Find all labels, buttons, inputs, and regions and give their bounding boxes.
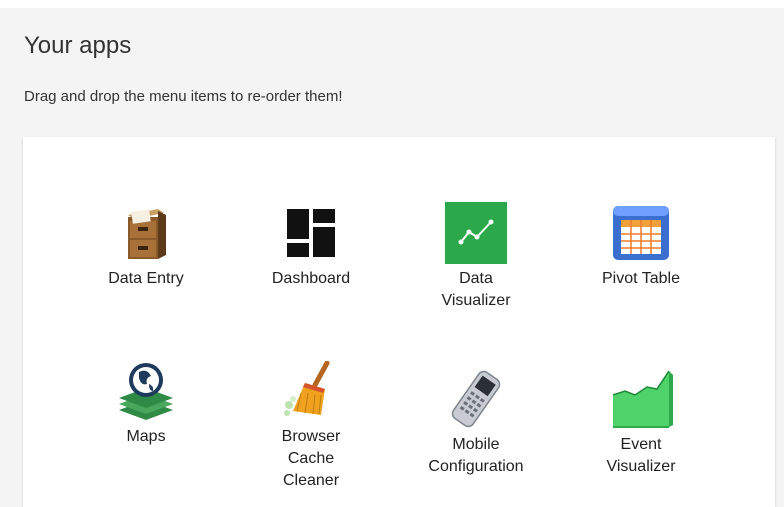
app-event-visualizer[interactable]: Event Visualizer — [576, 367, 706, 478]
top-strip — [0, 0, 784, 8]
file-cabinet-icon — [114, 201, 178, 265]
app-mobile-configuration[interactable]: Mobile Configuration — [411, 367, 541, 478]
pivot-table-icon — [609, 201, 673, 265]
app-label: Pivot Table — [602, 270, 680, 287]
line-chart-icon — [444, 201, 508, 265]
app-label: Dashboard — [271, 270, 351, 287]
area-chart-icon — [609, 367, 673, 431]
page-title: Your apps — [24, 32, 132, 59]
apps-panel: Data Entry Dashboard Data Visualizer Piv… — [23, 137, 775, 507]
globe-layers-icon — [114, 359, 178, 423]
app-pivot-table[interactable]: Pivot Table — [576, 201, 706, 290]
app-label: Data Visualizer — [441, 270, 511, 309]
app-label: Mobile Configuration — [428, 436, 524, 475]
app-label: Event Visualizer — [606, 436, 676, 475]
app-label: Browser Cache Cleaner — [281, 428, 341, 489]
app-browser-cache-cleaner[interactable]: Browser Cache Cleaner — [246, 359, 376, 492]
mobile-phone-icon — [444, 367, 508, 431]
dashboard-grid-icon — [279, 201, 343, 265]
app-data-entry[interactable]: Data Entry — [81, 201, 211, 290]
app-maps[interactable]: Maps — [81, 359, 211, 448]
app-dashboard[interactable]: Dashboard — [246, 201, 376, 290]
app-label: Maps — [126, 428, 166, 445]
app-label: Data Entry — [108, 270, 184, 287]
app-data-visualizer[interactable]: Data Visualizer — [411, 201, 541, 312]
page-subtitle: Drag and drop the menu items to re-order… — [24, 88, 343, 105]
broom-icon — [279, 359, 343, 423]
